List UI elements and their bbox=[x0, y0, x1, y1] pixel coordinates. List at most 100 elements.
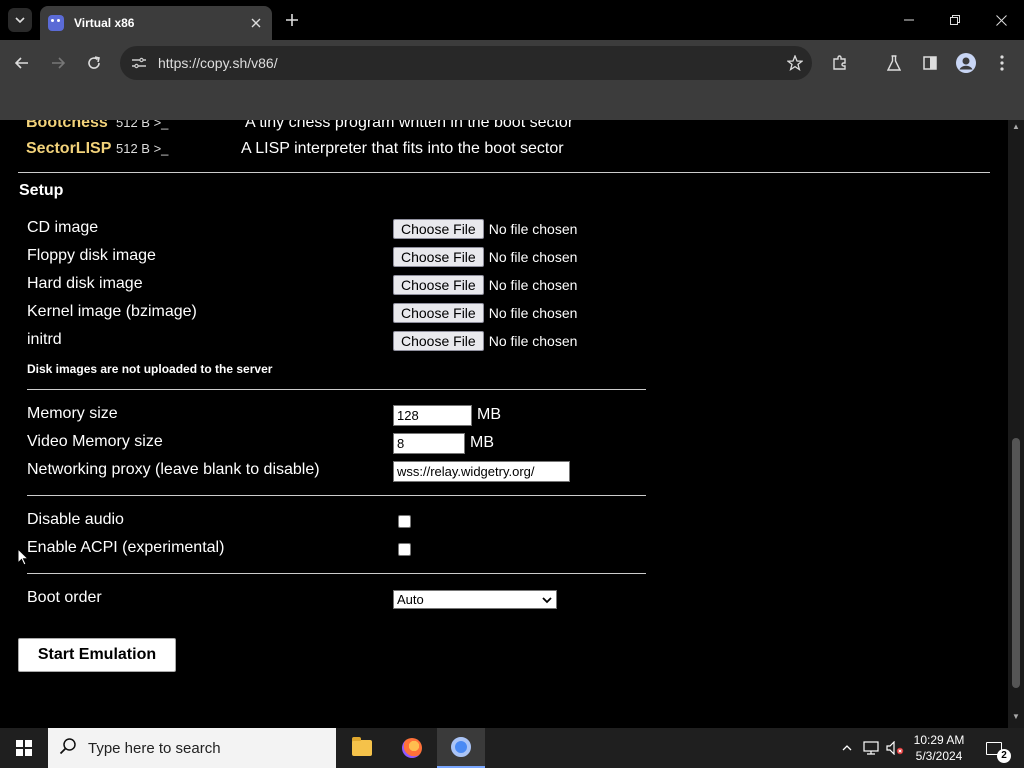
tab-title: Virtual x86 bbox=[74, 16, 135, 30]
upload-note: Disk images are not uploaded to the serv… bbox=[27, 362, 273, 376]
os-name[interactable]: SectorLISP bbox=[26, 140, 116, 158]
floppy-image-file-input[interactable]: Choose File No file chosen bbox=[393, 245, 577, 269]
taskbar-search-box[interactable]: Type here to search bbox=[48, 728, 336, 768]
side-panel-button[interactable] bbox=[916, 49, 944, 77]
firefox-icon bbox=[402, 738, 422, 758]
networking-proxy-input[interactable]: wss://relay.widgetry.org/ bbox=[393, 460, 570, 482]
unit-label: MB bbox=[477, 406, 501, 423]
boot-order-select[interactable]: Auto bbox=[393, 589, 557, 609]
chevron-down-icon bbox=[15, 17, 25, 23]
os-size: 512 B >_ bbox=[116, 120, 169, 130]
restore-icon bbox=[950, 15, 960, 25]
unit-label: MB bbox=[470, 434, 494, 451]
star-icon bbox=[787, 55, 803, 71]
field-label: Enable ACPI (experimental) bbox=[27, 539, 225, 556]
address-bar[interactable]: https://copy.sh/v86/ bbox=[120, 46, 812, 80]
choose-file-button[interactable]: Choose File bbox=[393, 275, 484, 295]
memory-size-input[interactable]: 128 bbox=[393, 404, 472, 426]
field-label: Memory size bbox=[27, 405, 118, 422]
volume-tray-button[interactable] bbox=[884, 728, 906, 768]
page-scrollbar[interactable]: ▲ ▼ bbox=[1008, 120, 1024, 728]
side-panel-icon bbox=[923, 56, 937, 70]
floppy-image-row: Floppy disk image Choose File No file ch… bbox=[27, 245, 667, 269]
field-label: Boot order bbox=[27, 589, 102, 606]
video-memory-input[interactable]: 8 bbox=[393, 432, 465, 454]
enable-acpi-checkbox[interactable] bbox=[398, 542, 411, 556]
video-memory-control: 8 MB bbox=[393, 431, 494, 455]
arrow-left-icon bbox=[15, 57, 28, 69]
disable-audio-checkbox[interactable] bbox=[398, 514, 411, 528]
arrow-right-icon bbox=[52, 57, 65, 69]
search-icon bbox=[48, 737, 88, 760]
file-status: No file chosen bbox=[488, 333, 578, 349]
taskbar-clock[interactable]: 10:29 AM 5/3/2024 bbox=[906, 732, 972, 764]
tab-strip: Virtual x86 bbox=[0, 0, 1024, 40]
flask-icon bbox=[887, 55, 901, 71]
show-hidden-icons-button[interactable] bbox=[838, 728, 856, 768]
minimize-icon bbox=[904, 19, 914, 21]
windows-taskbar: Type here to search 10:29 AM 5/3/2024 2 bbox=[0, 728, 1024, 768]
close-icon bbox=[995, 14, 1007, 26]
restore-button[interactable] bbox=[932, 0, 978, 40]
windows-logo-icon bbox=[16, 740, 32, 756]
kernel-image-file-input[interactable]: Choose File No file chosen bbox=[393, 301, 577, 325]
field-label: Video Memory size bbox=[27, 433, 163, 450]
page-content: Bootchess 512 B >_ A tiny chess program … bbox=[0, 120, 1008, 728]
os-name[interactable]: Bootchess bbox=[26, 120, 116, 132]
notification-icon: 2 bbox=[986, 741, 1011, 763]
close-icon bbox=[251, 18, 261, 28]
selected-option: Auto bbox=[397, 591, 424, 607]
choose-file-button[interactable]: Choose File bbox=[393, 331, 484, 351]
back-button[interactable] bbox=[8, 49, 36, 77]
network-tray-button[interactable] bbox=[860, 728, 882, 768]
profile-button[interactable] bbox=[952, 49, 980, 77]
file-explorer-taskbar-button[interactable] bbox=[338, 728, 386, 768]
scroll-up-arrow-icon[interactable]: ▲ bbox=[1008, 122, 1024, 136]
forward-button[interactable] bbox=[44, 49, 72, 77]
choose-file-button[interactable]: Choose File bbox=[393, 247, 484, 267]
site-info-icon[interactable] bbox=[124, 46, 154, 80]
scroll-thumb[interactable] bbox=[1012, 438, 1020, 688]
os-item-bootchess[interactable]: Bootchess 512 B >_ A tiny chess program … bbox=[26, 120, 573, 134]
mouse-cursor-icon bbox=[17, 548, 29, 566]
scroll-down-arrow-icon[interactable]: ▼ bbox=[1008, 712, 1024, 726]
close-window-button[interactable] bbox=[978, 0, 1024, 40]
firefox-taskbar-button[interactable] bbox=[388, 728, 436, 768]
boot-order-row: Boot order Auto bbox=[27, 587, 667, 611]
chevron-up-icon bbox=[842, 745, 852, 751]
bookmarks-bar bbox=[0, 86, 1024, 120]
initrd-file-input[interactable]: Choose File No file chosen bbox=[393, 329, 577, 353]
close-tab-button[interactable] bbox=[246, 13, 266, 33]
start-emulation-button[interactable]: Start Emulation bbox=[18, 638, 176, 672]
hard-disk-image-row: Hard disk image Choose File No file chos… bbox=[27, 273, 667, 297]
start-button[interactable] bbox=[0, 728, 48, 768]
tab-search-button[interactable] bbox=[8, 8, 32, 32]
enable-acpi-control bbox=[393, 537, 411, 561]
menu-button[interactable] bbox=[988, 49, 1016, 77]
field-label: Floppy disk image bbox=[27, 247, 156, 264]
clock-time: 10:29 AM bbox=[913, 733, 965, 747]
file-status: No file chosen bbox=[488, 305, 578, 321]
bookmark-star-button[interactable] bbox=[778, 55, 812, 71]
tab-virtual-x86[interactable]: Virtual x86 bbox=[40, 6, 272, 40]
puzzle-icon bbox=[833, 55, 846, 70]
notifications-button[interactable]: 2 bbox=[980, 736, 1011, 763]
choose-file-button[interactable]: Choose File bbox=[393, 219, 484, 239]
chrome-taskbar-button[interactable] bbox=[437, 728, 485, 768]
notification-count-badge: 2 bbox=[997, 748, 1011, 763]
labs-button[interactable] bbox=[880, 49, 908, 77]
extensions-button[interactable] bbox=[826, 49, 854, 77]
new-tab-button[interactable] bbox=[280, 8, 304, 32]
chevron-down-icon bbox=[542, 596, 552, 603]
choose-file-button[interactable]: Choose File bbox=[393, 303, 484, 323]
setup-heading: Setup bbox=[19, 182, 64, 199]
field-label: initrd bbox=[27, 331, 62, 348]
os-item-sectorlisp[interactable]: SectorLISP 512 B >_ A LISP interpreter t… bbox=[26, 140, 564, 160]
cd-image-file-input[interactable]: Choose File No file chosen bbox=[393, 217, 577, 241]
disable-audio-control bbox=[393, 509, 411, 533]
reload-button[interactable] bbox=[80, 49, 108, 77]
minimize-button[interactable] bbox=[886, 0, 932, 40]
hard-disk-image-file-input[interactable]: Choose File No file chosen bbox=[393, 273, 577, 297]
search-placeholder: Type here to search bbox=[88, 739, 221, 757]
divider bbox=[27, 573, 646, 574]
